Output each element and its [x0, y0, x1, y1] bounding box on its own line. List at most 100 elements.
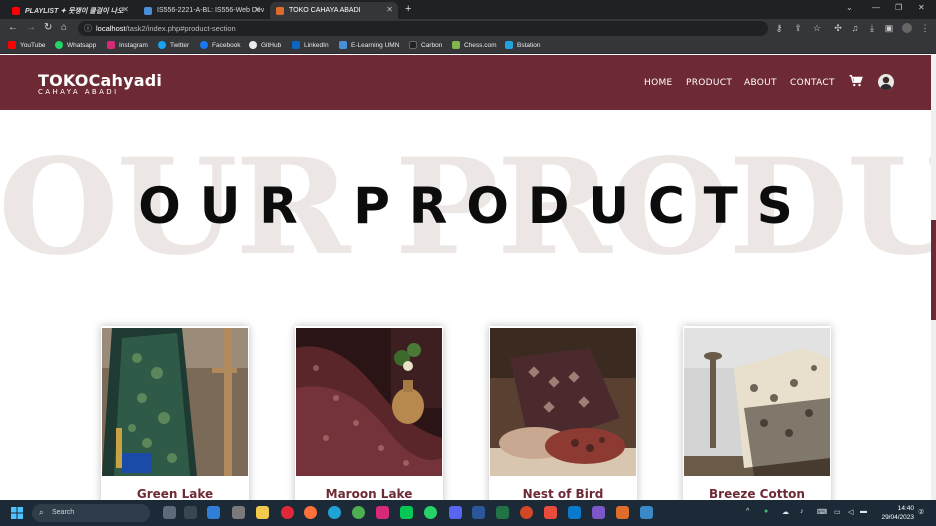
firefox-icon[interactable]	[304, 506, 317, 519]
search-icon: ⌕	[39, 508, 44, 517]
page-scrollbar-thumb[interactable]	[931, 220, 936, 320]
elearning-favicon-icon	[144, 6, 152, 15]
keyboard-icon[interactable]: ⌨	[817, 508, 827, 516]
share-icon[interactable]: ⇪	[793, 23, 803, 33]
url-path: /task2/index.php#product-section	[125, 24, 236, 33]
key-icon[interactable]: ⚷	[774, 23, 784, 33]
sidebar-icon[interactable]: ▣	[884, 23, 894, 33]
nav-contact[interactable]: CONTACT	[790, 78, 835, 88]
file-explorer-icon[interactable]	[256, 506, 269, 519]
line-icon[interactable]	[400, 506, 413, 519]
security-icon[interactable]: ●	[764, 508, 768, 515]
new-tab-icon[interactable]: +	[405, 3, 411, 15]
browser-tab-toko[interactable]: TOKO CAHAYA ABADI ✕	[270, 2, 398, 19]
nav-about[interactable]: ABOUT	[744, 78, 777, 88]
battery-icon[interactable]: ▬	[860, 508, 867, 515]
xampp-icon[interactable]	[616, 506, 629, 519]
bookmark-twitter[interactable]: Twitter	[158, 41, 189, 49]
bookmarks-bar: YouTube Whatsapp Instagram Twitter Faceb…	[0, 38, 936, 54]
bookmark-whatsapp[interactable]: Whatsapp	[55, 41, 96, 49]
product-image[interactable]	[490, 328, 636, 476]
browser-tab-elearning[interactable]: IS556-2221-A-BL: IS556-Web Dev ✕	[138, 2, 266, 19]
close-window-icon[interactable]: ✕	[918, 3, 925, 12]
whatsapp-app-icon[interactable]	[424, 506, 437, 519]
browser-tab-playlist[interactable]: PLAYLIST ✦ 뭇쟁이 쿨걸이 나오 ✕	[6, 2, 134, 19]
facebook-icon	[200, 41, 208, 49]
product-card-maroon-lake[interactable]: Maroon Lake	[295, 326, 443, 506]
cloud-icon[interactable]: ☁	[782, 508, 789, 516]
edge-icon[interactable]	[328, 506, 341, 519]
product-image[interactable]	[684, 328, 830, 476]
nav-product[interactable]: PRODUCT	[686, 78, 732, 88]
widgets-icon[interactable]	[184, 506, 197, 519]
bookmark-linkedin[interactable]: LinkedIn	[292, 41, 329, 49]
nav-home[interactable]: HOME	[644, 78, 673, 88]
word-icon[interactable]	[472, 506, 485, 519]
address-bar[interactable]: ⓘ localhost/task2/index.php#product-sect…	[78, 21, 768, 36]
microphone-icon[interactable]: ♪	[800, 508, 804, 515]
bstation-icon	[505, 41, 513, 49]
windows-start-icon[interactable]	[11, 507, 23, 519]
bookmark-instagram[interactable]: Instagram	[107, 41, 148, 49]
close-tab-icon[interactable]: ✕	[386, 5, 393, 14]
powerpoint-icon[interactable]	[520, 506, 533, 519]
home-icon[interactable]: ⌂	[61, 22, 67, 33]
user-avatar-icon[interactable]	[878, 74, 894, 90]
store-icon[interactable]	[232, 506, 245, 519]
bookmark-carbon[interactable]: Carbon	[409, 41, 442, 49]
instagram-app-icon[interactable]	[376, 506, 389, 519]
media-icon[interactable]: ♫	[850, 23, 860, 33]
excel-icon[interactable]	[496, 506, 509, 519]
discord-icon[interactable]	[449, 506, 462, 519]
figma-icon[interactable]	[544, 506, 557, 519]
forward-icon[interactable]: →	[26, 22, 36, 33]
taskbar-clock[interactable]: 14:40 29/04/2023	[870, 504, 914, 522]
minimize-icon[interactable]: —	[872, 3, 880, 12]
volume-icon[interactable]: ◁	[848, 508, 853, 516]
close-tab-icon[interactable]: ✕	[254, 5, 261, 14]
site-info-icon[interactable]: ⓘ	[84, 21, 92, 36]
extensions-icon[interactable]: ✣	[833, 23, 843, 33]
network-icon[interactable]: ▭	[834, 508, 841, 516]
restore-icon[interactable]: ❐	[895, 3, 902, 12]
bookmark-elearning[interactable]: E-Learning UMN	[339, 41, 399, 49]
defender-icon[interactable]	[207, 506, 220, 519]
url-host: localhost	[96, 24, 126, 33]
taskbar-search-input[interactable]: ⌕ Search	[32, 504, 150, 522]
visual-studio-icon[interactable]	[592, 506, 605, 519]
bookmark-facebook[interactable]: Facebook	[200, 41, 241, 49]
product-image[interactable]	[296, 328, 442, 476]
product-image[interactable]	[102, 328, 248, 476]
remote-desktop-icon[interactable]	[640, 506, 653, 519]
close-tab-icon[interactable]: ✕	[122, 5, 129, 14]
bookmark-youtube[interactable]: YouTube	[8, 41, 46, 49]
linkedin-icon	[292, 41, 300, 49]
back-icon[interactable]: ←	[8, 22, 18, 33]
carbon-icon	[409, 41, 417, 49]
chess-pawn-icon	[452, 41, 460, 49]
opera-icon[interactable]	[281, 506, 294, 519]
site-logo-tagline: CAHAYA ABADI	[38, 88, 119, 96]
tray-overflow-icon[interactable]: ^	[746, 508, 749, 515]
products-heading: OUR PRODUCTS	[138, 177, 812, 235]
reload-icon[interactable]: ↻	[44, 22, 52, 33]
download-icon[interactable]: ⤓	[867, 23, 877, 33]
notifications-icon[interactable]: ②	[918, 508, 924, 516]
task-view-icon[interactable]	[163, 506, 176, 519]
cart-icon[interactable]	[849, 74, 863, 88]
profile-icon[interactable]	[902, 23, 912, 33]
menu-icon[interactable]: ⋮	[920, 23, 930, 33]
browser-toolbar: ← → ↻ ⌂ ⓘ localhost/task2/index.php#prod…	[0, 19, 936, 38]
bookmark-bstation[interactable]: Bstation	[505, 41, 541, 49]
vscode-icon[interactable]	[568, 506, 581, 519]
chrome-icon[interactable]	[352, 506, 365, 519]
bookmark-star-icon[interactable]: ☆	[812, 23, 822, 33]
bookmark-chess[interactable]: Chess.com	[452, 41, 497, 49]
product-card-nest-of-bird[interactable]: Nest of Bird	[489, 326, 637, 506]
product-card-breeze-cotton[interactable]: Breeze Cotton	[683, 326, 831, 506]
product-name: Green Lake	[136, 487, 214, 501]
bookmark-github[interactable]: GitHub	[249, 41, 281, 49]
tab-search-icon[interactable]: ⌄	[846, 3, 853, 12]
product-name: Maroon Lake	[325, 487, 413, 501]
product-card-green-lake[interactable]: Green Lake	[101, 326, 249, 506]
